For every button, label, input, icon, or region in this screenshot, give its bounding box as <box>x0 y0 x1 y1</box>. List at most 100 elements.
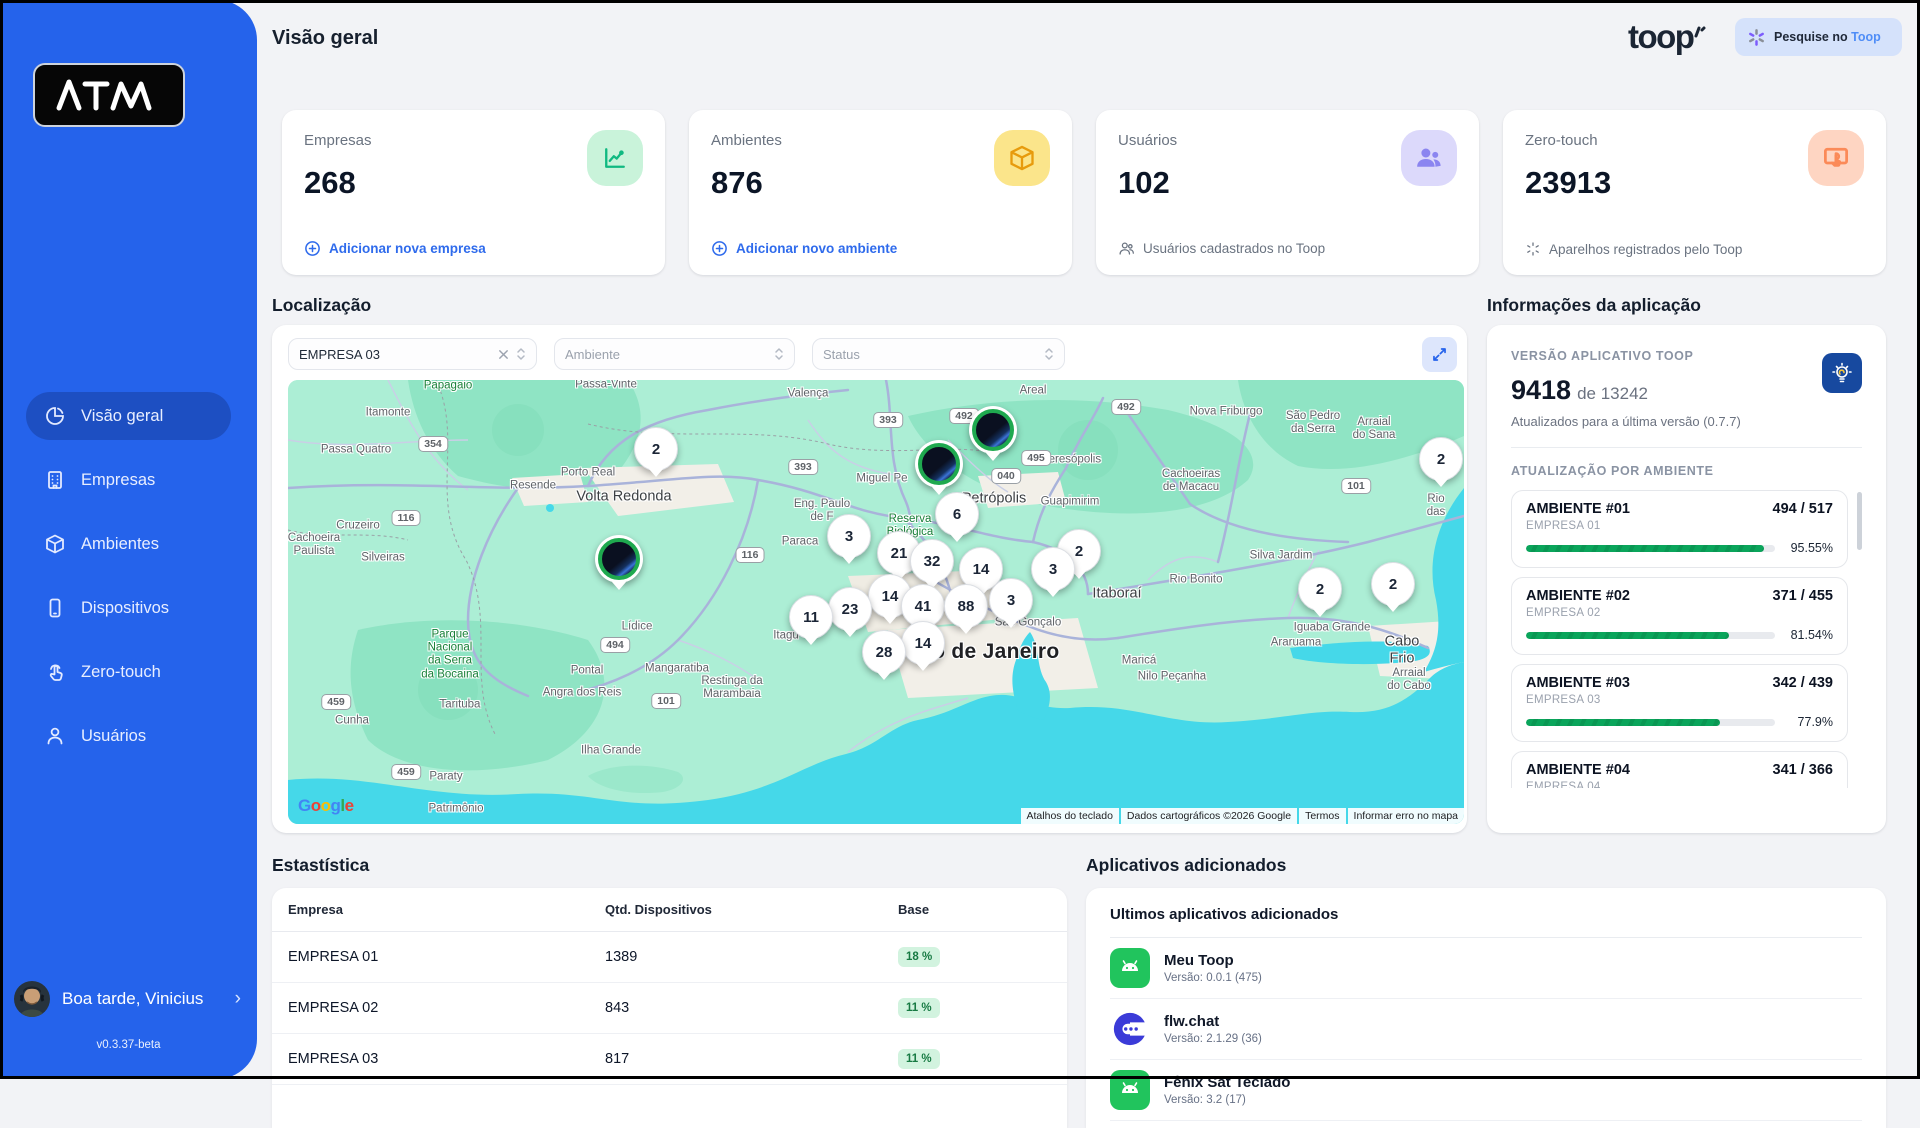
sidebar-item-visao-geral[interactable]: Visão geral <box>26 392 231 440</box>
cluster-marker[interactable]: 2 <box>634 427 678 471</box>
device-marker[interactable] <box>915 440 963 488</box>
app-list-item: Fênix Sat TecladoVersão: 3.2 (17) <box>1110 1060 1862 1121</box>
plus-circle-icon <box>304 240 321 257</box>
version-kicker: VERSÃO APLICATIVO TOOP <box>1511 349 1862 363</box>
filter-status[interactable]: Status <box>812 338 1065 370</box>
table-row: EMPRESA 0284311 % <box>272 983 1067 1034</box>
ambiente-list-title: ATUALIZAÇÃO POR AMBIENTE <box>1511 464 1862 478</box>
sidebar-item-dispositivos[interactable]: Dispositivos <box>26 584 231 632</box>
ambiente-percent: 95.55% <box>1785 541 1833 555</box>
attribution-link[interactable]: Termos <box>1299 808 1345 824</box>
atm-logo <box>33 63 185 127</box>
clear-icon[interactable] <box>498 349 509 360</box>
ambiente-list[interactable]: AMBIENTE #01494 / 517EMPRESA 0195.55%AMB… <box>1511 490 1862 788</box>
filter-ambiente[interactable]: Ambiente <box>554 338 795 370</box>
estatistica-card: EmpresaQtd. DispositivosBase EMPRESA 011… <box>272 888 1067 1128</box>
attribution-link[interactable]: Informar erro no mapa <box>1348 808 1464 824</box>
map-card: EMPRESA 03 Ambiente Status <box>272 325 1467 833</box>
cluster-marker[interactable]: 2 <box>1298 567 1342 611</box>
building-icon <box>44 469 66 491</box>
search-button[interactable]: Pesquise no Toop <box>1735 18 1902 56</box>
sidebar-item-ambientes[interactable]: Ambientes <box>26 520 231 568</box>
chat-app-icon <box>1110 1009 1150 1049</box>
table-row: EMPRESA 0381711 % <box>272 1034 1067 1085</box>
app-version: v0.3.37-beta <box>14 1039 243 1051</box>
touch-stat-icon <box>1808 130 1864 186</box>
stat-card-ambientes: Ambientes876Adicionar novo ambiente <box>689 110 1072 275</box>
map-attribution: Atalhos do tecladoDados cartográficos ©2… <box>1021 808 1464 824</box>
stat-action-link[interactable]: Adicionar novo ambiente <box>711 240 897 257</box>
avatar <box>14 981 50 1017</box>
select-chevrons-icon <box>1044 347 1054 361</box>
sidebar-item-usuarios[interactable]: Usuários <box>26 712 231 760</box>
scrollbar-thumb[interactable] <box>1857 492 1862 550</box>
cluster-marker[interactable]: 3 <box>989 578 1033 622</box>
qtd-cell: 1389 <box>589 932 882 983</box>
google-map[interactable]: PapagaioPassa-VinteItamontePassa QuatroC… <box>288 380 1464 824</box>
sparkle-icon <box>1747 28 1766 47</box>
progress-track <box>1526 719 1775 726</box>
sidebar: Visão geral Empresas Ambientes Dispositivos… <box>0 0 257 1079</box>
cluster-marker[interactable]: 3 <box>827 514 871 558</box>
attribution-link[interactable]: Dados cartográficos ©2026 Google <box>1121 808 1297 824</box>
total-count: de 13242 <box>1577 384 1648 403</box>
cluster-marker[interactable]: 6 <box>935 492 979 536</box>
app-name: flw.chat <box>1164 1013 1262 1030</box>
empresa-cell: EMPRESA 02 <box>272 983 589 1034</box>
app-list-item: Meu ToopVersão: 0.0.1 (475) <box>1110 938 1862 999</box>
stat-note: Usuários cadastrados no Toop <box>1118 240 1325 257</box>
column-header: Qtd. Dispositivos <box>589 888 882 932</box>
cluster-marker[interactable]: 32 <box>910 539 954 583</box>
cluster-marker[interactable]: 11 <box>789 595 833 639</box>
attribution-link[interactable]: Atalhos do teclado <box>1021 808 1119 824</box>
cluster-marker[interactable]: 88 <box>944 584 988 628</box>
cluster-marker[interactable]: 2 <box>1371 562 1415 606</box>
user-menu[interactable]: Boa tarde, Vinicius › <box>14 981 243 1017</box>
base-badge: 18 % <box>898 947 940 967</box>
cluster-marker[interactable]: 23 <box>828 587 872 631</box>
device-thumbnail <box>972 409 1014 451</box>
bulb-icon <box>1822 353 1862 393</box>
base-badge: 11 % <box>898 1049 940 1069</box>
search-label: Pesquise no <box>1774 30 1848 44</box>
ambiente-ratio: 341 / 366 <box>1773 762 1833 778</box>
ambiente-ratio: 371 / 455 <box>1773 588 1833 604</box>
sidebar-item-empresas[interactable]: Empresas <box>26 456 231 504</box>
pie-icon <box>44 405 66 427</box>
apps-list: Meu ToopVersão: 0.0.1 (475)flw.chatVersã… <box>1110 938 1862 1121</box>
ambiente-company: EMPRESA 03 <box>1526 694 1833 706</box>
column-header: Empresa <box>272 888 589 932</box>
stat-footer-text: Adicionar nova empresa <box>329 241 486 256</box>
ambiente-card: AMBIENTE #04341 / 366EMPRESA 0493.17% <box>1511 751 1848 788</box>
app-list-item: flw.chatVersão: 2.1.29 (36) <box>1110 999 1862 1060</box>
stat-note: Aparelhos registrados pelo Toop <box>1525 241 1742 257</box>
android-app-icon <box>1110 948 1150 988</box>
cluster-marker[interactable]: 3 <box>1031 547 1075 591</box>
stat-action-link[interactable]: Adicionar nova empresa <box>304 240 486 257</box>
users-sm-icon <box>1118 240 1135 257</box>
device-marker[interactable] <box>969 406 1017 454</box>
chevron-right-icon[interactable]: › <box>235 988 243 1010</box>
divider <box>1511 447 1862 448</box>
device-marker[interactable] <box>595 535 643 583</box>
sidebar-item-label: Visão geral <box>81 407 163 426</box>
updated-count: 9418 <box>1511 375 1571 405</box>
cube-icon <box>44 533 66 555</box>
progress-fill <box>1526 719 1720 726</box>
device-thumbnail <box>598 538 640 580</box>
base-badge: 11 % <box>898 998 940 1018</box>
stat-cards-row: Empresas268Adicionar nova empresaAmbient… <box>282 110 1886 275</box>
android-app-icon <box>1110 1070 1150 1110</box>
map-expand-button[interactable] <box>1422 337 1457 372</box>
sidebar-item-zero-touch[interactable]: Zero-touch <box>26 648 231 696</box>
cube-stat-icon <box>994 130 1050 186</box>
sidebar-item-label: Dispositivos <box>81 599 169 618</box>
chart-stat-icon <box>587 130 643 186</box>
filter-empresa[interactable]: EMPRESA 03 <box>288 338 537 370</box>
cluster-marker[interactable]: 28 <box>862 630 906 674</box>
cluster-marker[interactable]: 14 <box>901 621 945 665</box>
cluster-marker[interactable]: 2 <box>1419 437 1463 481</box>
stat-footer-text: Aparelhos registrados pelo Toop <box>1549 242 1742 257</box>
ambiente-name: AMBIENTE #02 <box>1526 588 1630 604</box>
estatistica-title: Estastística <box>272 855 369 876</box>
